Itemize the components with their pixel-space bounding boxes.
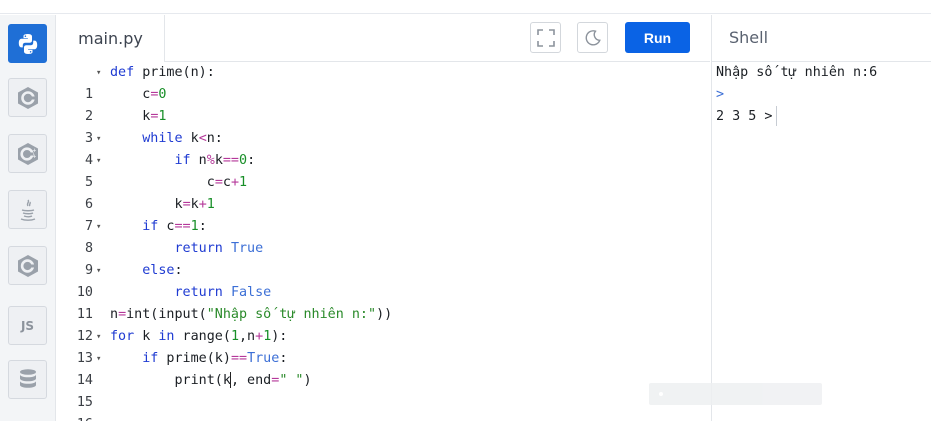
code-line: 2 c=0	[57, 84, 710, 124]
svg-text:+: +	[32, 154, 36, 160]
java-language-button[interactable]	[8, 190, 47, 229]
code-line: 10 ▾ else:	[57, 260, 710, 300]
code-line: 7 k=k+1	[57, 194, 710, 234]
code-line: 9 return True	[57, 238, 710, 278]
moon-icon	[585, 29, 601, 46]
cpp-icon: + +	[17, 142, 38, 165]
fold-toggle-icon[interactable]: ▾	[96, 260, 104, 282]
cpp-language-button[interactable]: + +	[8, 134, 47, 173]
file-tab-main-py[interactable]: main.py	[57, 15, 165, 62]
code-line: 16	[57, 392, 710, 421]
c-language-button[interactable]	[8, 78, 47, 117]
shell-prompt: >	[716, 87, 725, 102]
language-sidebar: + + JS	[0, 15, 56, 421]
sql-language-button[interactable]	[8, 360, 47, 399]
shell-output[interactable]: Nhập số tự nhiên n:6 > 2 3 5 >	[711, 62, 931, 421]
theme-toggle-button[interactable]	[577, 22, 608, 53]
toast-notification	[649, 383, 822, 405]
code-line: 4 ▾ while k<n:	[57, 128, 710, 168]
shell-result: 2 3 5 >	[716, 109, 773, 124]
python-language-button[interactable]	[8, 24, 47, 63]
text-cursor	[229, 372, 231, 388]
shell-header: Shell	[711, 15, 931, 62]
code-line: 3 k=1	[57, 106, 710, 146]
c-icon	[17, 86, 38, 109]
prompt-string-literal: "Nhập số tự nhiên n:"	[206, 307, 377, 322]
shell-output-line: 2 3 5 >	[716, 106, 778, 128]
shell-cursor	[776, 106, 778, 126]
javascript-language-button[interactable]: JS	[8, 306, 47, 345]
code-editor[interactable]: 1 ▾ def prime(n): 2 c=0 3 k=1 4 ▾ while k<n…	[57, 62, 710, 421]
code-line: 5 ▾ if n%k==0:	[57, 150, 710, 190]
csharp-icon	[17, 254, 38, 277]
code-line: 14 ▾ if prime(k)==True:	[57, 348, 710, 388]
python-icon	[18, 33, 37, 54]
fullscreen-button[interactable]	[530, 22, 561, 53]
fullscreen-icon	[536, 28, 555, 47]
fold-toggle-icon[interactable]: ▾	[96, 128, 104, 150]
fold-toggle-icon[interactable]: ▾	[96, 326, 104, 348]
run-button[interactable]: Run	[625, 22, 690, 53]
fold-toggle-icon[interactable]: ▾	[96, 150, 104, 172]
code-line: 11 return False	[57, 282, 710, 322]
code-line: 12 n=int(input("Nhập số tự nhiên n:"))	[57, 304, 710, 344]
code-line: 13 ▾ for k in range(1,n+1):	[57, 326, 710, 366]
code-line: 8 ▾ if c==1:	[57, 216, 710, 256]
toast-dot-icon	[659, 392, 663, 396]
line-number: 16	[57, 414, 93, 421]
shell-output-line: Nhập số tự nhiên n:6	[716, 65, 878, 80]
code-line: 15 print(k, end=" ")	[57, 370, 710, 410]
fold-toggle-icon[interactable]: ▾	[96, 62, 104, 84]
top-strip	[0, 0, 931, 14]
end-string-literal: " "	[279, 373, 304, 388]
java-icon	[20, 199, 35, 221]
fold-toggle-icon[interactable]: ▾	[96, 348, 104, 370]
javascript-icon: JS	[20, 318, 35, 333]
editor-header: main.py Run	[57, 15, 710, 62]
csharp-language-button[interactable]	[8, 246, 47, 285]
code-line: 1 ▾ def prime(n):	[57, 62, 710, 102]
code-line: 6 c=c+1	[57, 172, 710, 212]
fold-toggle-icon[interactable]: ▾	[96, 216, 104, 238]
database-icon	[19, 368, 36, 388]
